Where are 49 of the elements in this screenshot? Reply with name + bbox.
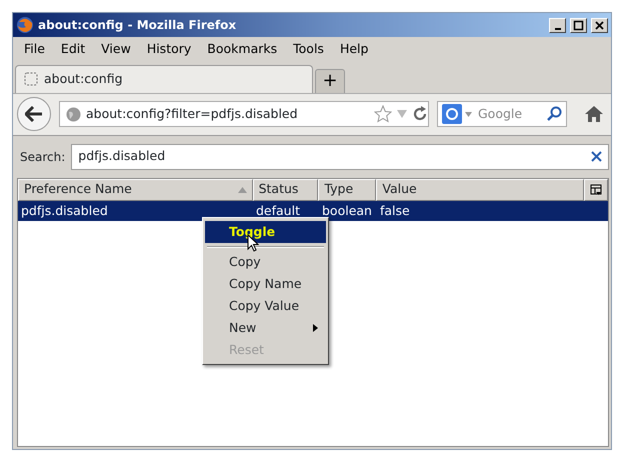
browser-logo-icon [16, 16, 34, 34]
minimize-icon [554, 28, 560, 30]
search-label: Search: [20, 148, 66, 166]
table-cell-text: false [379, 202, 411, 220]
back-arrow-icon [25, 106, 43, 122]
clear-icon[interactable] [591, 151, 602, 162]
menu-item[interactable]: New [205, 317, 326, 339]
menu-item[interactable]: Copy Value [205, 295, 326, 317]
globe-icon [66, 106, 81, 122]
column-header[interactable]: Preference Name [18, 178, 253, 201]
table-cell-text: boolean [321, 202, 373, 220]
maximize-icon [573, 20, 584, 30]
close-icon [594, 20, 605, 30]
browser-tab[interactable]: about:config [15, 64, 313, 93]
table-cell-text: default [255, 202, 301, 220]
sort-arrow-icon [238, 186, 247, 193]
submenu-arrow-icon [313, 324, 318, 332]
star-icon[interactable] [374, 105, 392, 124]
menu-item[interactable]: History [140, 40, 198, 59]
minimize-button[interactable] [549, 18, 566, 32]
home-icon[interactable] [584, 105, 604, 124]
filter-field[interactable]: pdfjs.disabled [71, 144, 609, 170]
reload-icon[interactable] [412, 106, 428, 122]
close-button[interactable] [591, 18, 608, 32]
dropdown-icon[interactable] [465, 112, 472, 117]
column-header[interactable]: Value [376, 178, 584, 201]
search-field[interactable]: Google [437, 101, 567, 128]
menu-item[interactable]: Edit [54, 40, 92, 59]
window-title: about:config - Mozilla Firefox [38, 17, 236, 34]
table-cell-text: pdfjs.disabled [20, 202, 109, 220]
back-button[interactable] [17, 97, 51, 132]
column-header[interactable]: Type [318, 178, 376, 201]
address-bar[interactable]: about:config?filter=pdfjs.disabled [59, 101, 429, 128]
column-picker-button[interactable] [584, 178, 608, 201]
menu-item[interactable]: Bookmarks [200, 40, 284, 59]
column-picker-icon [590, 184, 602, 196]
menu-item[interactable]: File [17, 40, 52, 59]
column-header[interactable]: Status [252, 178, 318, 201]
menu-item[interactable]: Tools [286, 40, 331, 59]
menu-item[interactable]: Copy Name [205, 273, 326, 295]
page-icon [24, 72, 38, 86]
menu-item[interactable]: View [94, 40, 138, 59]
search-engine-icon[interactable] [442, 104, 462, 124]
maximize-button[interactable] [570, 18, 587, 32]
new-tab-button[interactable]: + [315, 68, 345, 93]
search-icon[interactable] [546, 106, 562, 122]
table-row[interactable]: pdfjs.disabled default boolean false [18, 200, 608, 221]
menu-item[interactable]: Copy [205, 251, 326, 273]
menu-item[interactable]: Help [332, 40, 376, 59]
